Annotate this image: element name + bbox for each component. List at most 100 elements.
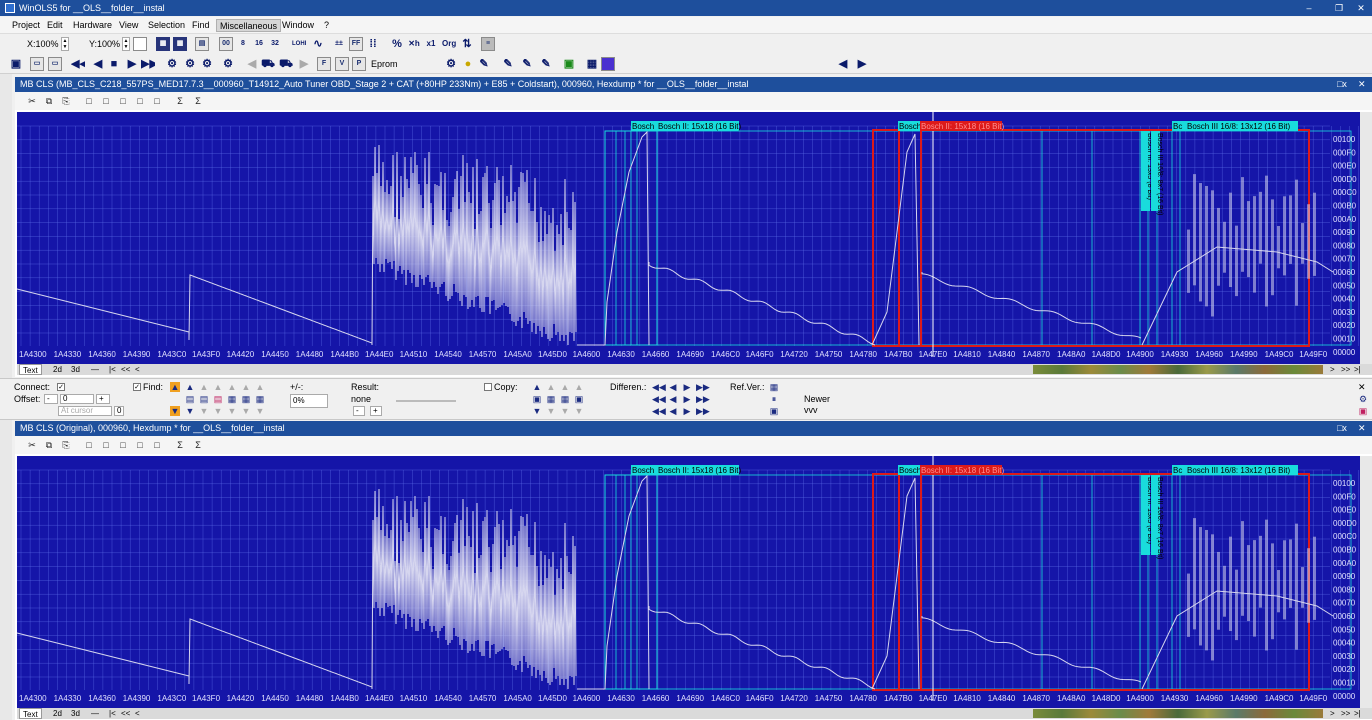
nav-first[interactable]: |< — [106, 364, 119, 375]
stop-icon[interactable]: ■ — [107, 57, 121, 71]
menu-find[interactable]: Find — [189, 19, 213, 32]
x-zoom-label[interactable]: X:100% — [27, 39, 59, 49]
result-slider[interactable] — [396, 400, 456, 402]
v-icon[interactable]: V — [335, 57, 349, 71]
tool8-icon[interactable]: ▦ — [585, 57, 599, 71]
paste-icon[interactable]: ⎘ — [59, 94, 73, 108]
tab-2d[interactable]: 2d — [50, 364, 65, 375]
map-delete-icon[interactable]: □ — [133, 438, 147, 452]
find-panel-close-button[interactable]: ✕ — [1358, 382, 1366, 393]
nav-last[interactable]: >| — [1351, 708, 1364, 719]
edit-icon[interactable]: ✎ — [477, 57, 491, 71]
sum-edit-icon[interactable]: Σ — [173, 438, 187, 452]
map-props-icon[interactable]: □ — [150, 438, 164, 452]
eprom-label[interactable]: Eprom — [371, 59, 398, 69]
diff3-last-icon[interactable]: ▶▶ — [696, 406, 710, 416]
map-delete-icon[interactable]: □ — [133, 94, 147, 108]
maximize-button[interactable]: ❐ — [1328, 2, 1350, 14]
nav-next[interactable]: > — [1327, 364, 1338, 375]
copy-checkbox[interactable] — [484, 383, 492, 391]
find-down-1[interactable]: ▼ — [185, 406, 195, 416]
tab-dash[interactable]: — — [88, 364, 102, 375]
map-new-icon[interactable]: □ — [82, 94, 96, 108]
hexdump-plot[interactable]: Bosch Bosch II: 15x18 (16 Bit) Bosch Bosch … — [17, 112, 1372, 375]
nav-last[interactable]: >| — [1351, 364, 1364, 375]
diff2-prev-icon[interactable]: ◀ — [668, 394, 678, 404]
menu-selection[interactable]: Selection — [145, 19, 188, 32]
chip-icon[interactable]: ▣ — [9, 57, 23, 71]
f-icon[interactable]: F — [317, 57, 331, 71]
zoom-box[interactable] — [133, 37, 147, 51]
refver-icon-2[interactable]: ⏸ — [769, 394, 779, 404]
refver-icon-1[interactable]: ▦ — [769, 382, 779, 392]
overview-strip[interactable] — [1033, 709, 1323, 718]
find-map-icon-5[interactable]: ▦ — [241, 394, 251, 404]
diff-next-icon[interactable]: ▶ — [682, 382, 692, 392]
multiply-icon[interactable]: x1 — [424, 37, 438, 51]
map-add-icon[interactable]: □ — [99, 438, 113, 452]
purple-icon[interactable] — [601, 57, 615, 71]
copy-up-icon[interactable]: ▲ — [532, 382, 542, 392]
view-icon[interactable]: ▦ — [156, 37, 170, 51]
diff3-prev-icon[interactable]: ◀ — [668, 406, 678, 416]
connect-checkbox[interactable]: ✓ — [57, 383, 65, 391]
diff-last-icon[interactable]: ▶▶ — [696, 382, 710, 392]
vertical-scrollbar[interactable] — [1360, 456, 1372, 719]
find-map-icon-4[interactable]: ▦ — [227, 394, 237, 404]
tool7-icon[interactable]: ✎ — [539, 57, 553, 71]
nav-left-icon[interactable]: ◀ — [836, 57, 850, 71]
diff3-first-icon[interactable]: ◀◀ — [652, 406, 666, 416]
wave-icon[interactable]: ∿ — [311, 37, 325, 51]
sum-icon[interactable]: Σ — [191, 438, 205, 452]
menu-view[interactable]: View — [116, 19, 141, 32]
next-icon[interactable]: ▶ — [125, 57, 139, 71]
tab-3d[interactable]: 3d — [68, 364, 83, 375]
org-icon[interactable]: Org — [442, 37, 456, 51]
offset-minus-button[interactable]: - — [44, 394, 58, 404]
find-map-icon-3[interactable]: ▤ — [213, 394, 223, 404]
nav-first[interactable]: |< — [106, 708, 119, 719]
find-map-icon-1[interactable]: ▤ — [185, 394, 195, 404]
y-zoom-spinner[interactable]: ▲ ▼ — [122, 37, 130, 51]
offset-plus-button[interactable]: + — [96, 394, 110, 404]
y-zoom-label[interactable]: Y:100% — [89, 39, 120, 49]
result-plus-button[interactable]: + — [370, 406, 382, 416]
tool6-icon[interactable]: ✎ — [520, 57, 534, 71]
menu-help[interactable]: ? — [321, 19, 332, 32]
copy-icon[interactable]: ⧉ — [42, 94, 56, 108]
map-new-icon[interactable]: □ — [82, 438, 96, 452]
cut-icon[interactable]: ✂ — [25, 94, 39, 108]
last-icon[interactable]: ▶▶ — [141, 57, 155, 71]
window-restore-button[interactable]: □x — [1337, 421, 1347, 436]
find-panel-book-icon[interactable]: ▣ — [1358, 406, 1368, 416]
prev-icon[interactable]: ◀ — [91, 57, 105, 71]
sum-edit-icon[interactable]: Σ — [173, 94, 187, 108]
p-icon[interactable]: P — [352, 57, 366, 71]
copy-map4-icon[interactable]: ▣ — [574, 394, 584, 404]
view2-icon[interactable]: ▦ — [173, 37, 187, 51]
result-minus-button[interactable]: - — [353, 406, 365, 416]
tab-dash[interactable]: — — [88, 708, 102, 719]
settings-icon[interactable]: ⚙ — [444, 57, 458, 71]
window-icon[interactable]: ▭ — [30, 57, 44, 71]
swap-icon[interactable]: ⇅ — [460, 37, 474, 51]
window-restore-button[interactable]: □x — [1337, 77, 1347, 92]
green-icon[interactable]: ▣ — [562, 57, 576, 71]
dots-icon[interactable]: ⁞⁞ — [366, 37, 380, 51]
map-add-icon[interactable]: □ — [99, 94, 113, 108]
tool4-icon[interactable]: ⚙ — [221, 57, 235, 71]
x-zoom-spinner[interactable]: ▲ ▼ — [61, 37, 69, 51]
map-props-icon[interactable]: □ — [150, 94, 164, 108]
find-map-icon-6[interactable]: ▦ — [255, 394, 265, 404]
percent-select[interactable]: 0% — [290, 394, 328, 408]
nav-next[interactable]: > — [1327, 708, 1338, 719]
map-edit-icon[interactable]: □ — [116, 94, 130, 108]
copy-down-icon[interactable]: ▼ — [532, 406, 542, 416]
offset-input[interactable]: 0 — [60, 394, 94, 404]
bits-8-icon[interactable]: 8 — [236, 37, 250, 51]
menu-edit[interactable]: Edit — [44, 19, 66, 32]
at-cursor-button[interactable]: At cursor — [58, 406, 112, 416]
signed-icon[interactable]: ±± — [332, 37, 346, 51]
tab-2d[interactable]: 2d — [50, 708, 65, 719]
hex-conv-icon[interactable]: ✕h — [407, 37, 421, 51]
